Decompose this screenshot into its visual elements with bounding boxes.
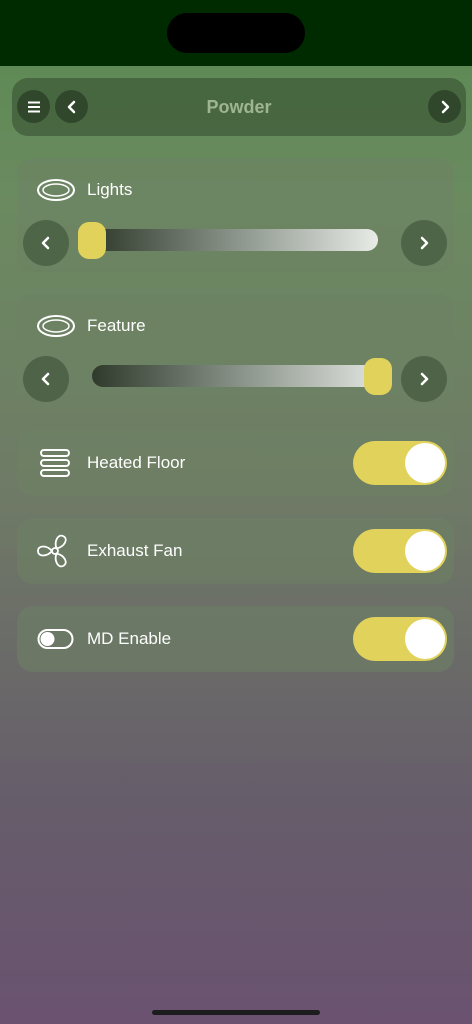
menu-icon: [27, 101, 40, 112]
dimmer-increase-button[interactable]: [401, 356, 447, 402]
dimmer-slider-track[interactable]: [92, 365, 392, 387]
fan-icon: [37, 534, 67, 568]
status-bar: [0, 0, 472, 66]
switch-card-heated-floor: Heated Floor: [17, 430, 454, 496]
chevron-right-icon: [441, 100, 449, 113]
dynamic-island: [167, 13, 305, 53]
toggle-knob: [405, 531, 445, 571]
toggle-knob: [405, 619, 445, 659]
dimmer-slider-thumb[interactable]: [364, 358, 392, 395]
chevron-right-icon: [420, 236, 429, 250]
heated-floor-toggle[interactable]: [353, 441, 447, 485]
room-header: Powder: [12, 78, 466, 136]
exhaust-fan-toggle[interactable]: [353, 529, 447, 573]
md-enable-toggle[interactable]: [353, 617, 447, 661]
chevron-left-icon: [41, 372, 50, 386]
switch-label: Exhaust Fan: [87, 541, 183, 560]
heated-floor-icon: [40, 449, 70, 477]
dimmer-decrease-button[interactable]: [23, 220, 69, 266]
dimmer-label: Feature: [87, 316, 146, 335]
switch-card-md-enable: MD Enable: [17, 606, 454, 672]
dimmer-decrease-button[interactable]: [23, 356, 69, 402]
chevron-left-icon: [67, 100, 75, 113]
chevron-right-icon: [420, 372, 429, 386]
switch-label: MD Enable: [87, 629, 172, 648]
dimmer-slider-thumb[interactable]: [78, 222, 106, 259]
previous-room-button[interactable]: [55, 90, 88, 123]
dimmer-increase-button[interactable]: [401, 220, 447, 266]
dimmer-slider-track[interactable]: [92, 229, 378, 251]
switch-icon: [37, 629, 74, 649]
switch-label: Heated Floor: [87, 453, 186, 472]
home-indicator[interactable]: [152, 1010, 320, 1015]
switch-card-exhaust-fan: Exhaust Fan: [17, 518, 454, 584]
dimmer-label: Lights: [87, 180, 133, 199]
next-room-button[interactable]: [428, 90, 461, 123]
dimmer-card-lights: Lights: [17, 158, 454, 272]
chevron-left-icon: [41, 236, 50, 250]
ceiling-light-icon: [37, 179, 75, 201]
toggle-knob: [405, 443, 445, 483]
ceiling-light-icon: [37, 315, 75, 337]
menu-button[interactable]: [17, 90, 50, 123]
dimmer-card-feature: Feature: [17, 294, 454, 408]
